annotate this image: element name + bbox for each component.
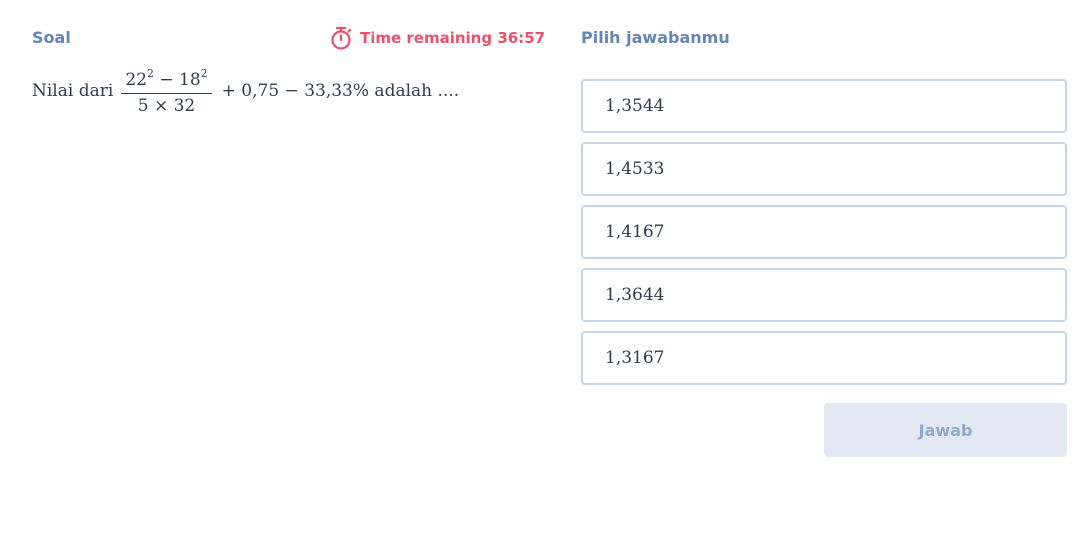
- answer-option-5[interactable]: 1,3167: [581, 331, 1067, 385]
- numerator-exponent-b: 2: [200, 67, 208, 80]
- submit-answer-button[interactable]: Jawab: [824, 403, 1067, 457]
- answer-option-3[interactable]: 1,4167: [581, 205, 1067, 259]
- fraction-numerator: 222 − 182: [121, 66, 211, 93]
- answer-heading: Pilih jawabanmu: [581, 28, 730, 47]
- numerator-exponent-a: 2: [146, 67, 154, 80]
- timer-label: Time remaining 36:57: [360, 29, 546, 47]
- question-text: Nilai dari 222 − 182 5 × 32 + 0,75 − 33,…: [32, 66, 459, 115]
- numerator-operator: −: [153, 70, 180, 90]
- stopwatch-icon: [330, 26, 352, 50]
- fraction-denominator: 5 × 32: [137, 96, 196, 116]
- answer-option-4[interactable]: 1,3644: [581, 268, 1067, 322]
- soal-heading: Soal: [32, 28, 71, 47]
- question-prefix: Nilai dari: [32, 80, 114, 101]
- answer-option-2[interactable]: 1,4533: [581, 142, 1067, 196]
- answer-options: 1,3544 1,4533 1,4167 1,3644 1,3167: [581, 79, 1067, 394]
- numerator-base-b: 18: [179, 70, 201, 90]
- numerator-base-a: 22: [125, 70, 147, 90]
- fraction: 222 − 182 5 × 32: [121, 66, 212, 116]
- timer: Time remaining 36:57: [330, 26, 545, 50]
- answer-option-1[interactable]: 1,3544: [581, 79, 1067, 133]
- question-suffix: + 0,75 − 33,33% adalah ....: [221, 80, 460, 101]
